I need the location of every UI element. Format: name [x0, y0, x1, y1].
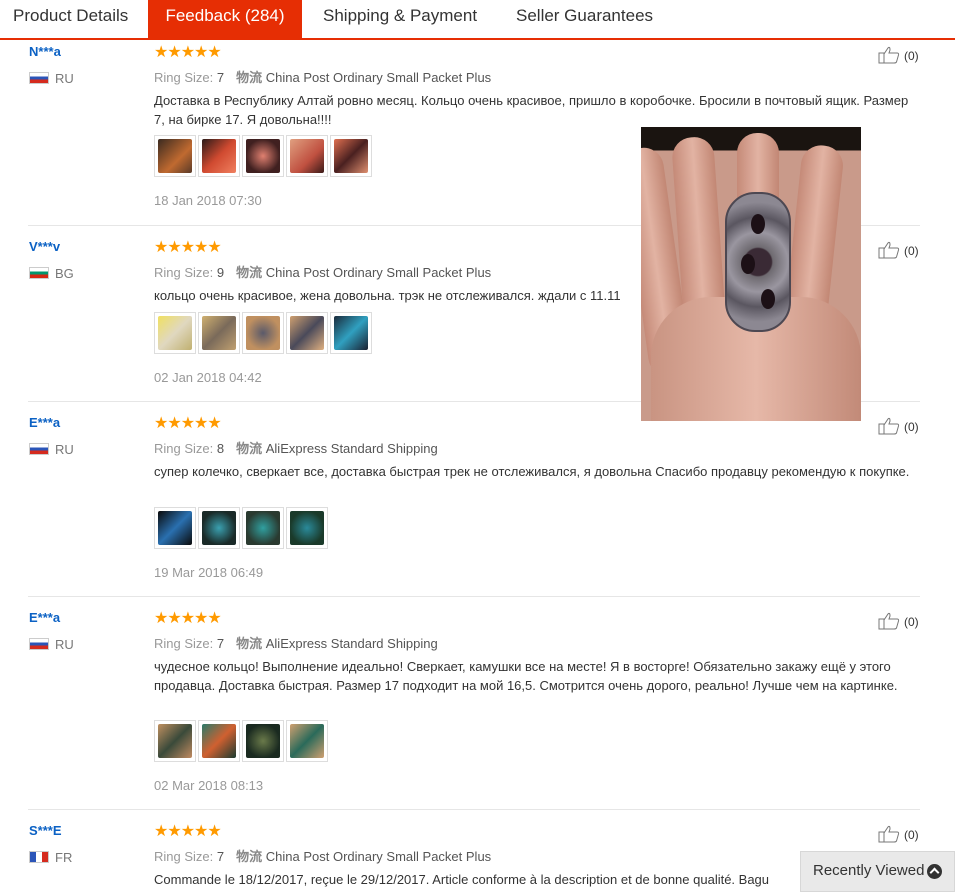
order-info: Ring Size: 9 物流 China Post Ordinary Small…: [154, 265, 492, 280]
feedback-photo[interactable]: [154, 312, 196, 354]
reviewer-country: RU: [29, 442, 74, 457]
feedback-photo[interactable]: [198, 507, 240, 549]
reviewer-name[interactable]: S***E: [29, 823, 62, 838]
photo-detail: [761, 289, 775, 309]
reviewer-name[interactable]: V***v: [29, 239, 60, 254]
star-rating: ★★★★★: [154, 239, 222, 256]
feedback-photo[interactable]: [154, 720, 196, 762]
order-info: Ring Size: 7 物流 China Post Ordinary Small…: [154, 70, 492, 85]
ring-photo: [725, 192, 791, 332]
feedback-date: 18 Jan 2018 07:30: [154, 193, 262, 208]
thumbs-up-icon: [878, 825, 900, 843]
feedback-photo[interactable]: [154, 507, 196, 549]
feedback-item: E***a RU ★★★★★ Ring Size: 7 物流 AliExpress…: [0, 597, 920, 810]
feedback-text: чудесное кольцо! Выполнение идеально! Св…: [154, 659, 898, 693]
reviewer-name[interactable]: N***a: [29, 44, 61, 59]
feedback-photo[interactable]: [286, 720, 328, 762]
reviewer-name[interactable]: E***a: [29, 610, 60, 625]
thumbs-up-icon: [878, 417, 900, 435]
feedback-date: 19 Mar 2018 06:49: [154, 565, 264, 580]
star-rating: ★★★★★: [154, 44, 222, 61]
helpful-button[interactable]: (0): [878, 417, 919, 435]
feedback-photo[interactable]: [286, 507, 328, 549]
helpful-button[interactable]: (0): [878, 241, 919, 259]
order-info: Ring Size: 7 物流 AliExpress Standard Shipp…: [154, 636, 438, 651]
feedback-photo[interactable]: [330, 135, 372, 177]
flag-ru-icon: [29, 638, 49, 650]
tab-shipping-payment[interactable]: Shipping & Payment: [323, 0, 493, 38]
feedback-item: S***E FR ★★★★★ Ring Size: 7 物流 China Post…: [0, 810, 920, 892]
helpful-button[interactable]: (0): [878, 612, 919, 630]
feedback-photo[interactable]: [330, 312, 372, 354]
chevron-up-icon: [927, 864, 942, 879]
feedback-photo[interactable]: [242, 312, 284, 354]
flag-fr-icon: [29, 851, 49, 863]
feedback-photo[interactable]: [242, 135, 284, 177]
order-info: Ring Size: 7 物流 China Post Ordinary Small…: [154, 849, 492, 864]
flag-ru-icon: [29, 443, 49, 455]
feedback-photos: [154, 312, 374, 354]
feedback-photo[interactable]: [242, 720, 284, 762]
thumbs-up-icon: [878, 46, 900, 64]
feedback-photos: [154, 720, 330, 762]
feedback-photo[interactable]: [198, 135, 240, 177]
flag-ru-icon: [29, 72, 49, 84]
photo-preview[interactable]: [641, 127, 861, 421]
helpful-button[interactable]: (0): [878, 825, 919, 843]
reviewer-name[interactable]: E***a: [29, 415, 60, 430]
feedback-photo[interactable]: [154, 135, 196, 177]
feedback-date: 02 Jan 2018 04:42: [154, 370, 262, 385]
recently-viewed-button[interactable]: Recently Viewed: [800, 851, 955, 892]
reviewer-country: BG: [29, 266, 74, 281]
star-rating: ★★★★★: [154, 610, 222, 627]
tab-seller-guarantees[interactable]: Seller Guarantees: [516, 0, 666, 38]
tab-feedback[interactable]: Feedback (284): [148, 0, 302, 38]
feedback-photo[interactable]: [198, 312, 240, 354]
tab-bar: Product Details Feedback (284) Shipping …: [0, 0, 955, 40]
feedback-photos: [154, 135, 374, 177]
photo-detail: [751, 214, 765, 234]
feedback-text: Commande le 18/12/2017, reçue le 29/12/2…: [154, 872, 770, 887]
helpful-button[interactable]: (0): [878, 46, 919, 64]
feedback-photos: [154, 507, 330, 549]
star-rating: ★★★★★: [154, 415, 222, 432]
flag-bg-icon: [29, 267, 49, 279]
thumbs-up-icon: [878, 612, 900, 630]
tab-product-details[interactable]: Product Details: [0, 0, 143, 38]
order-info: Ring Size: 8 物流 AliExpress Standard Shipp…: [154, 441, 438, 456]
feedback-date: 02 Mar 2018 08:13: [154, 778, 264, 793]
feedback-photo[interactable]: [242, 507, 284, 549]
feedback-item: E***a RU ★★★★★ Ring Size: 8 物流 AliExpress…: [0, 402, 920, 597]
feedback-photo[interactable]: [286, 135, 328, 177]
feedback-text: супер колечко, сверкает все, доставка бы…: [154, 464, 910, 479]
feedback-photo[interactable]: [286, 312, 328, 354]
reviewer-country: FR: [29, 850, 72, 865]
reviewer-country: RU: [29, 637, 74, 652]
feedback-text: Доставка в Республику Алтай ровно месяц.…: [154, 93, 909, 127]
star-rating: ★★★★★: [154, 823, 222, 840]
feedback-photo[interactable]: [198, 720, 240, 762]
thumbs-up-icon: [878, 241, 900, 259]
photo-detail: [741, 254, 755, 274]
reviewer-country: RU: [29, 71, 74, 86]
